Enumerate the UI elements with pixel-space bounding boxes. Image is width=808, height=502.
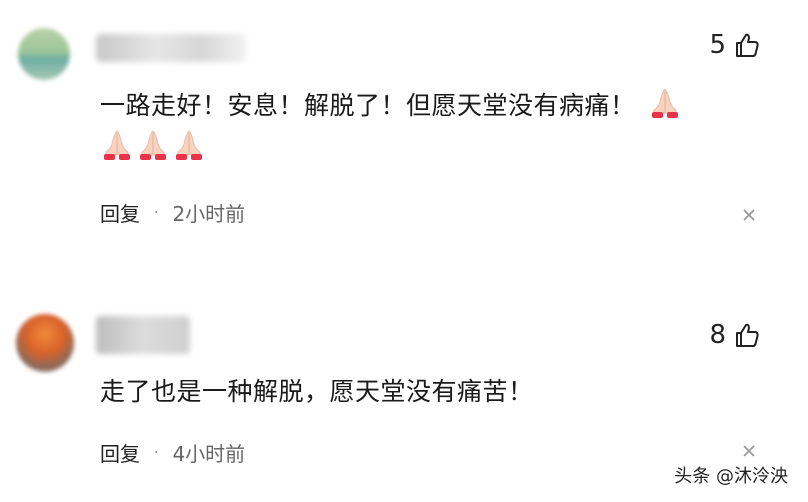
meta-separator: · — [154, 444, 159, 461]
comment-text: 走了也是一种解脱，愿天堂没有痛苦！ — [100, 366, 534, 418]
like-counter[interactable]: 8 — [709, 320, 760, 350]
username-blurred[interactable] — [96, 316, 190, 354]
comment-item: 8 走了也是一种解脱，愿天堂没有痛苦！ 回复 · 4小时前 — [0, 0, 808, 502]
thumbs-up-icon[interactable] — [734, 322, 760, 348]
close-icon[interactable] — [742, 444, 756, 458]
reply-button[interactable]: 回复 — [100, 438, 140, 467]
comment-meta: 回复 · 4小时前 — [100, 438, 245, 467]
comment-time: 4小时前 — [172, 442, 246, 466]
like-count: 8 — [709, 320, 726, 350]
avatar[interactable] — [16, 314, 74, 372]
watermark: 头条 @沐泠泱 — [674, 466, 788, 487]
comment-text-line: 走了也是一种解脱，愿天堂没有痛苦！ — [100, 377, 534, 406]
